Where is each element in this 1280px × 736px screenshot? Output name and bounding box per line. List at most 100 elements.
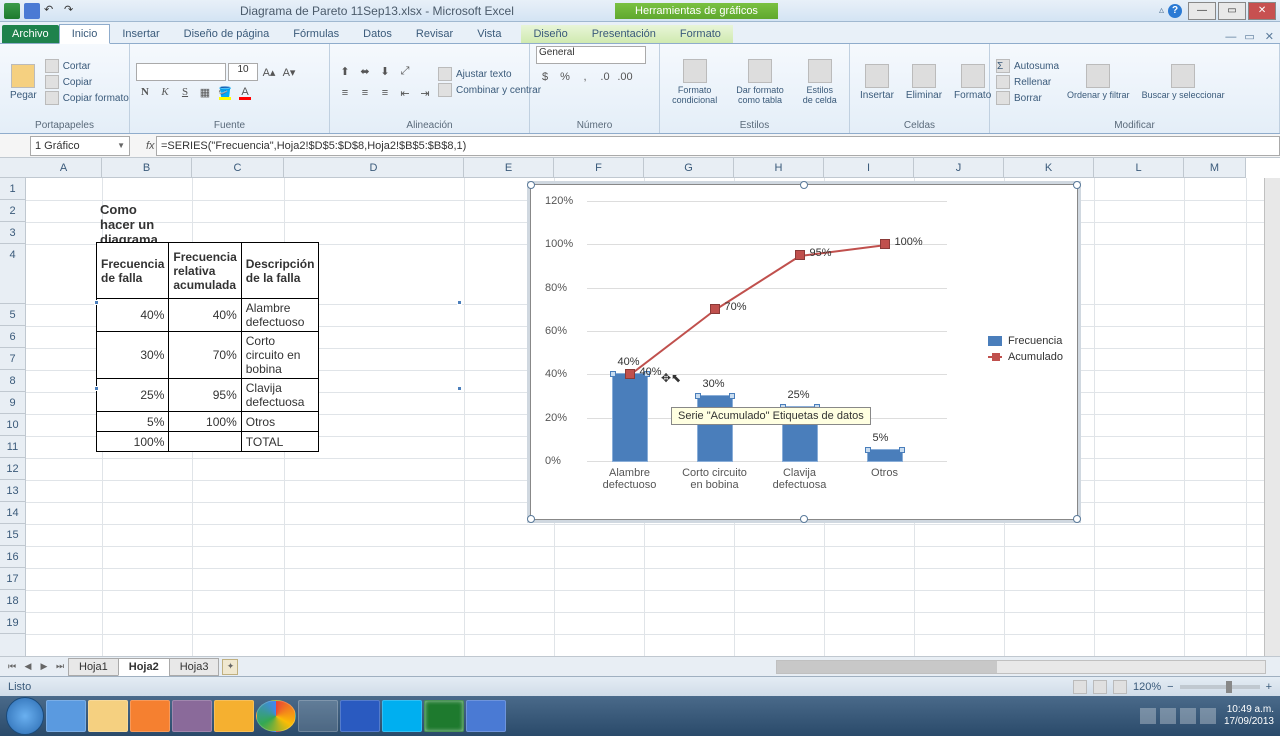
column-header[interactable]: G	[644, 158, 734, 177]
chart-bar[interactable]	[868, 450, 902, 461]
chart-resize-handle[interactable]	[800, 515, 808, 523]
tab-diseno-pagina[interactable]: Diseño de página	[172, 25, 282, 43]
tab-chart-diseno[interactable]: Diseño	[521, 25, 579, 43]
increase-indent-button[interactable]: ⇥	[416, 84, 434, 102]
row-header[interactable]: 12	[0, 458, 25, 480]
row-header[interactable]: 19	[0, 612, 25, 634]
row-header[interactable]: 7	[0, 348, 25, 370]
tab-datos[interactable]: Datos	[351, 25, 404, 43]
worksheet-grid[interactable]: ABCDEFGHIJKLM 12345678910111213141516171…	[0, 158, 1280, 656]
increase-decimal-button[interactable]: .0	[596, 68, 614, 86]
column-header[interactable]: K	[1004, 158, 1094, 177]
row-header[interactable]: 17	[0, 568, 25, 590]
column-header[interactable]: I	[824, 158, 914, 177]
clear-button[interactable]: Borrar	[996, 91, 1059, 105]
row-header[interactable]: 8	[0, 370, 25, 392]
column-header[interactable]: M	[1184, 158, 1246, 177]
formula-input[interactable]: =SERIES("Frecuencia",Hoja2!$D$5:$D$8,Hoj…	[156, 136, 1280, 156]
minimize-ribbon-icon[interactable]: ▵	[1159, 5, 1164, 16]
cell-styles-button[interactable]: Estilos de celda	[797, 57, 843, 107]
horizontal-scrollbar[interactable]	[776, 660, 1266, 674]
taskbar-chrome-icon[interactable]	[256, 700, 296, 732]
workbook-close-icon[interactable]: ✕	[1259, 30, 1280, 43]
font-color-button[interactable]: A	[236, 83, 254, 101]
column-header[interactable]: L	[1094, 158, 1184, 177]
tab-revisar[interactable]: Revisar	[404, 25, 465, 43]
new-sheet-button[interactable]: ✦	[222, 659, 238, 675]
bold-button[interactable]: N	[136, 83, 154, 101]
chart-resize-handle[interactable]	[1073, 181, 1081, 189]
align-middle-button[interactable]: ⬌	[356, 62, 374, 80]
row-header[interactable]: 11	[0, 436, 25, 458]
cut-button[interactable]: Cortar	[45, 59, 129, 73]
redo-icon[interactable]: ↷	[64, 3, 80, 19]
view-normal-icon[interactable]	[1073, 680, 1087, 694]
taskbar-app-icon[interactable]	[298, 700, 338, 732]
column-header[interactable]: C	[192, 158, 284, 177]
row-header[interactable]: 2	[0, 200, 25, 222]
chart-resize-handle[interactable]	[527, 515, 535, 523]
tab-insertar[interactable]: Insertar	[110, 25, 171, 43]
sheet-tab-hoja1[interactable]: Hoja1	[68, 658, 119, 676]
pareto-chart[interactable]: 0%20%40%60%80%100%120%40%Alambre defectu…	[530, 184, 1078, 520]
tab-chart-presentacion[interactable]: Presentación	[580, 25, 668, 43]
underline-button[interactable]: S	[176, 83, 194, 101]
sheet-tab-hoja3[interactable]: Hoja3	[169, 658, 220, 676]
taskbar-app-icon[interactable]	[172, 700, 212, 732]
tab-formulas[interactable]: Fórmulas	[281, 25, 351, 43]
delete-cells-button[interactable]: Eliminar	[902, 62, 946, 103]
row-header[interactable]: 6	[0, 326, 25, 348]
row-header[interactable]: 4	[0, 244, 25, 304]
taskbar-app-icon[interactable]	[466, 700, 506, 732]
chart-resize-handle[interactable]	[1073, 515, 1081, 523]
vertical-scrollbar[interactable]	[1264, 178, 1280, 656]
help-icon[interactable]: ?	[1168, 4, 1182, 18]
column-header[interactable]: A	[26, 158, 102, 177]
row-header[interactable]: 16	[0, 546, 25, 568]
zoom-slider[interactable]	[1180, 685, 1260, 689]
taskbar-outlook-icon[interactable]	[214, 700, 254, 732]
autosum-button[interactable]: ΣAutosuma	[996, 59, 1059, 73]
chart-resize-handle[interactable]	[800, 181, 808, 189]
select-all-corner[interactable]	[0, 158, 26, 178]
italic-button[interactable]: K	[156, 83, 174, 101]
system-clock[interactable]: 10:49 a.m. 17/09/2013	[1224, 704, 1274, 728]
column-header[interactable]: F	[554, 158, 644, 177]
tab-inicio[interactable]: Inicio	[59, 24, 111, 44]
sheet-tab-hoja2[interactable]: Hoja2	[118, 658, 170, 676]
comma-button[interactable]: ,	[576, 68, 594, 86]
zoom-out-button[interactable]: −	[1167, 681, 1173, 693]
column-header[interactable]: H	[734, 158, 824, 177]
row-header[interactable]: 18	[0, 590, 25, 612]
align-top-button[interactable]: ⬆	[336, 62, 354, 80]
row-header[interactable]: 5	[0, 304, 25, 326]
column-headers[interactable]: ABCDEFGHIJKLM	[26, 158, 1246, 178]
zoom-in-button[interactable]: +	[1266, 681, 1272, 693]
taskbar-word-icon[interactable]	[340, 700, 380, 732]
font-name-select[interactable]	[136, 63, 226, 81]
row-header[interactable]: 14	[0, 502, 25, 524]
tray-icon[interactable]	[1140, 708, 1156, 724]
row-header[interactable]: 3	[0, 222, 25, 244]
maximize-button[interactable]: ▭	[1218, 2, 1246, 20]
insert-cells-button[interactable]: Insertar	[856, 62, 898, 103]
row-header[interactable]: 10	[0, 414, 25, 436]
fill-color-button[interactable]: 🪣	[216, 83, 234, 101]
chart-resize-handle[interactable]	[527, 181, 535, 189]
align-center-button[interactable]: ≡	[356, 84, 374, 102]
wrap-text-button[interactable]: Ajustar texto	[438, 67, 541, 81]
grow-font-button[interactable]: A▴	[260, 63, 278, 81]
chart-bar[interactable]	[698, 396, 732, 461]
decrease-decimal-button[interactable]: .00	[616, 68, 634, 86]
sheet-nav-next[interactable]: ▶	[36, 659, 52, 675]
number-format-select[interactable]: General	[536, 46, 646, 64]
column-header[interactable]: J	[914, 158, 1004, 177]
workbook-restore-icon[interactable]: ▭	[1240, 30, 1258, 43]
format-painter-button[interactable]: Copiar formato	[45, 91, 129, 105]
tab-vista[interactable]: Vista	[465, 25, 513, 43]
taskbar-excel-icon[interactable]	[424, 700, 464, 732]
border-button[interactable]: ▦	[196, 83, 214, 101]
find-select-button[interactable]: Buscar y seleccionar	[1138, 62, 1229, 102]
row-header[interactable]: 1	[0, 178, 25, 200]
column-header[interactable]: E	[464, 158, 554, 177]
